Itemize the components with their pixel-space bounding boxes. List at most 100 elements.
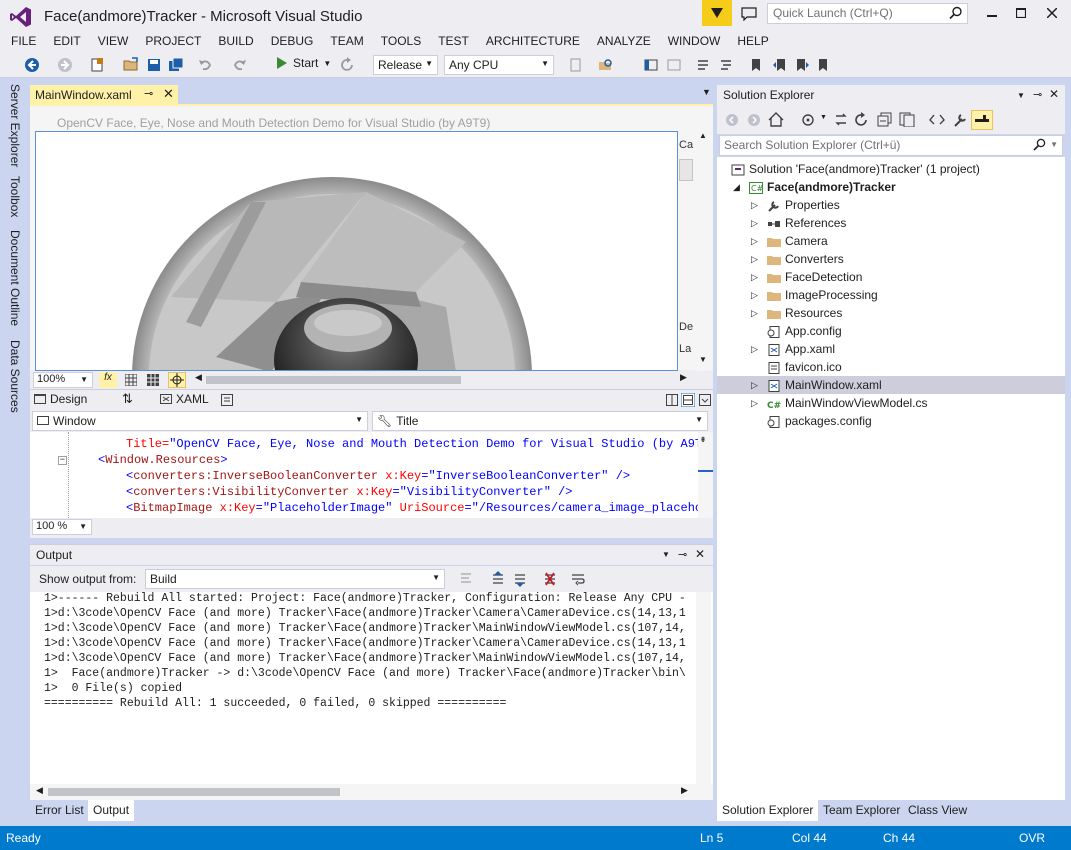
clear-all-icon[interactable]	[542, 571, 558, 587]
xaml-code-editor[interactable]: − Title="OpenCV Face, Eye, Nose and Mout…	[30, 432, 713, 518]
menu-build[interactable]: BUILD	[209, 32, 261, 50]
refresh-icon[interactable]	[340, 57, 356, 73]
tree-node[interactable]: favicon.ico	[717, 358, 1065, 376]
expand-arrow-icon[interactable]: ▷	[751, 214, 758, 232]
expand-arrow-icon[interactable]: ▷	[751, 304, 758, 322]
tree-node[interactable]: Solution 'Face(andmore)Tracker' (1 proje…	[717, 160, 1065, 178]
output-hscroll-thumb[interactable]	[48, 788, 340, 796]
next-message-icon[interactable]	[512, 571, 528, 587]
pin-icon[interactable]: ⊸	[144, 87, 153, 100]
tree-node[interactable]: packages.config	[717, 412, 1065, 430]
word-wrap-icon[interactable]	[570, 571, 586, 587]
output-text-area[interactable]: 1>------ Rebuild All started: Project: F…	[30, 592, 713, 784]
expand-arrow-icon[interactable]: ▷	[751, 286, 758, 304]
comment-lines-icon[interactable]	[695, 57, 711, 73]
save-icon[interactable]	[146, 57, 162, 73]
output-horizontal-scrollbar[interactable]: ◀ ▶	[30, 784, 713, 800]
tree-node[interactable]: ▷ C# MainWindowViewModel.cs	[717, 394, 1065, 412]
menu-view[interactable]: VIEW	[89, 32, 137, 50]
code-vertical-scrollbar[interactable]: ⇟	[698, 432, 713, 518]
designer-vertical-scrollbar[interactable]: ▲ ▼	[697, 131, 710, 371]
collapse-region-icon[interactable]: −	[58, 456, 67, 465]
expand-arrow-icon[interactable]: ▷	[751, 340, 758, 358]
back-icon[interactable]	[725, 113, 739, 127]
quick-launch-input[interactable]: Quick Launch (Ctrl+Q)	[767, 3, 968, 24]
tree-node[interactable]: ◢ C# Face(andmore)Tracker	[717, 178, 1065, 196]
scroll-down-icon[interactable]: ▼	[699, 355, 707, 364]
start-debugging-button[interactable]: Start ▼	[276, 56, 331, 70]
menu-file[interactable]: FILE	[0, 32, 44, 50]
solution-explorer-search-input[interactable]: Search Solution Explorer (Ctrl+ü) ▼	[719, 135, 1063, 156]
menu-debug[interactable]: DEBUG	[262, 32, 322, 50]
find-in-files-icon[interactable]	[598, 57, 614, 73]
tree-node[interactable]: ▷ FaceDetection	[717, 268, 1065, 286]
close-tab-icon[interactable]: ✕	[163, 86, 174, 102]
tree-node[interactable]: ▷ Camera	[717, 232, 1065, 250]
tab-overflow-icon[interactable]: ▼	[702, 87, 711, 97]
scroll-left-icon[interactable]: ◀	[195, 372, 202, 383]
preview-selected-items-button[interactable]	[971, 110, 993, 130]
prev-bookmark-icon[interactable]	[772, 57, 788, 73]
expand-arrow-icon[interactable]: ▷	[751, 196, 758, 214]
tab-xaml[interactable]: XAML	[160, 392, 209, 406]
expand-arrow-icon[interactable]: ▷	[751, 232, 758, 250]
collapse-all-icon[interactable]	[877, 112, 893, 127]
snap-grid-icon[interactable]	[147, 374, 159, 386]
scroll-left-icon[interactable]: ◀	[36, 785, 43, 796]
output-close-icon[interactable]: ✕	[695, 547, 705, 561]
show-all-files-icon[interactable]	[899, 112, 915, 127]
find-message-icon[interactable]	[458, 571, 474, 587]
scroll-up-icon[interactable]: ▲	[699, 131, 707, 140]
element-select[interactable]: Window ▼	[32, 411, 368, 431]
popout-xaml-icon[interactable]	[221, 394, 233, 406]
layout-icon[interactable]	[666, 57, 682, 73]
tree-node[interactable]: ▷ Resources	[717, 304, 1065, 322]
redo-icon[interactable]	[232, 57, 248, 73]
search-options-icon[interactable]: ▼	[1050, 140, 1058, 149]
clipped-control[interactable]	[679, 159, 693, 181]
bookmark-icon[interactable]	[748, 57, 764, 73]
home-icon[interactable]	[768, 112, 784, 127]
output-vertical-scrollbar[interactable]	[696, 592, 711, 784]
menu-architecture[interactable]: ARCHITECTURE	[477, 32, 588, 50]
collapse-arrow-icon[interactable]: ◢	[733, 178, 740, 196]
save-all-icon[interactable]	[168, 57, 184, 73]
split-handle-icon[interactable]: ⇟	[700, 434, 706, 446]
forward-icon[interactable]	[57, 57, 73, 73]
expand-arrow-icon[interactable]: ▷	[751, 268, 758, 286]
navigate-icon[interactable]	[643, 57, 659, 73]
menu-tools[interactable]: TOOLS	[372, 32, 429, 50]
properties-wrench-icon[interactable]	[953, 112, 969, 127]
tree-node[interactable]: ▷ App.xaml	[717, 340, 1065, 358]
scroll-right-icon[interactable]: ▶	[681, 785, 688, 796]
tree-node[interactable]: ▷ Converters	[717, 250, 1065, 268]
new-project-icon[interactable]	[89, 57, 105, 73]
output-source-select[interactable]: Build ▼	[145, 569, 445, 589]
menu-help[interactable]: HELP	[728, 32, 776, 50]
back-icon[interactable]	[24, 57, 40, 73]
maximize-button[interactable]	[1004, 2, 1038, 24]
toolbox-tab[interactable]: Toolbox	[8, 176, 22, 217]
menu-project[interactable]: PROJECT	[136, 32, 209, 50]
next-bookmark-icon[interactable]	[794, 57, 810, 73]
notifications-flag-icon[interactable]	[702, 0, 732, 26]
solution-configuration-select[interactable]: Release ▼	[373, 55, 438, 75]
document-outline-tab[interactable]: Document Outline	[8, 230, 22, 326]
tab-team-explorer[interactable]: Team Explorer	[818, 800, 905, 821]
se-pin-icon[interactable]: ⊸	[1033, 88, 1042, 101]
tree-node[interactable]: ▷ Properties	[717, 196, 1065, 214]
attach-icon[interactable]	[568, 57, 584, 73]
tree-node[interactable]: ▷ MainWindow.xaml	[717, 376, 1065, 394]
designer-zoom-select[interactable]: 100% ▼	[33, 372, 93, 388]
output-pin-icon[interactable]: ⊸	[678, 548, 687, 561]
solution-platform-select[interactable]: Any CPU ▼	[444, 55, 554, 75]
designer-window-frame[interactable]	[35, 131, 678, 371]
refresh-icon[interactable]	[854, 112, 870, 127]
tree-node[interactable]: ▷ ImageProcessing	[717, 286, 1065, 304]
property-select[interactable]: 🔧︎ Title ▼	[372, 411, 708, 431]
snap-lines-button[interactable]	[168, 372, 186, 388]
output-menu-icon[interactable]: ▼	[662, 550, 670, 559]
tab-solution-explorer[interactable]: Solution Explorer	[717, 800, 819, 821]
data-sources-tab[interactable]: Data Sources	[8, 340, 22, 413]
se-menu-icon[interactable]: ▼	[1017, 91, 1025, 100]
